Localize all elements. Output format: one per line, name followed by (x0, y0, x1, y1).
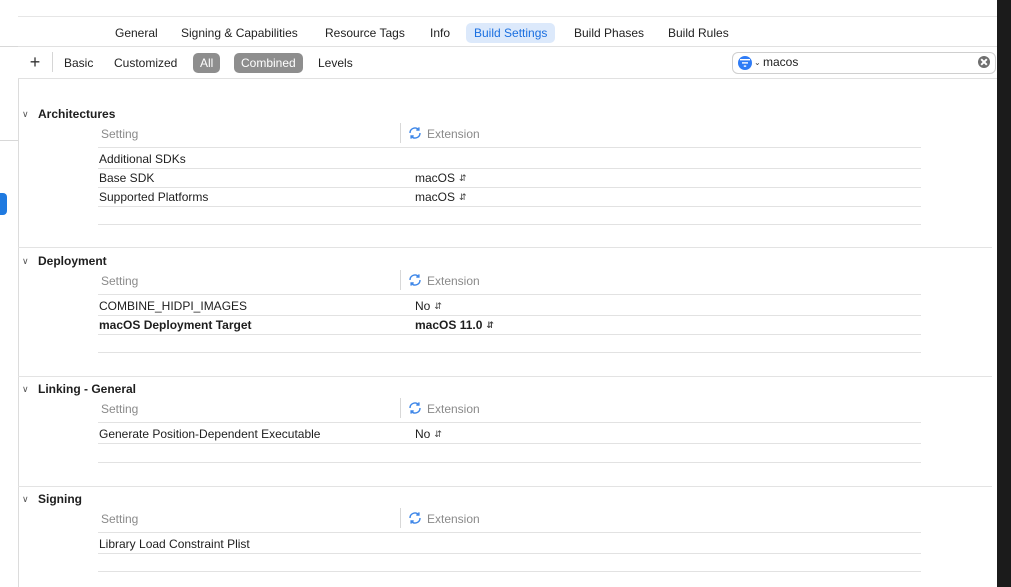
column-header: Setting Extension (98, 398, 921, 419)
chevron-down-icon[interactable]: ∨ (22, 384, 29, 395)
up-down-chevron-icon: ⇵ (434, 429, 442, 439)
basic-button[interactable]: Basic (57, 53, 100, 73)
setting-value-popup[interactable]: macOS ⇵ (415, 171, 467, 185)
build-settings-filter-bar: + Basic Customized All Combined Levels ⌄ (18, 47, 997, 79)
chevron-down-icon[interactable]: ⌄ (754, 56, 761, 70)
chevron-down-icon[interactable]: ∨ (22, 494, 29, 505)
setting-value: No (415, 427, 431, 441)
navigator-divider (0, 46, 18, 47)
setting-value-popup[interactable]: macOS ⇵ (415, 190, 467, 204)
column-header: Setting Extension (98, 270, 921, 291)
navigator-edge (0, 0, 19, 587)
filter-icon[interactable] (738, 56, 752, 70)
plus-icon[interactable]: + (26, 52, 44, 72)
column-header: Setting Extension (98, 123, 921, 144)
setting-row[interactable]: Supported Platforms macOS ⇵ (98, 188, 921, 206)
setting-column-label: Setting (101, 274, 139, 288)
window-edge (997, 0, 1011, 587)
target-column-label: Extension (427, 512, 480, 526)
setting-name: COMBINE_HIDPI_IMAGES (99, 299, 248, 313)
tab-general[interactable]: General (107, 23, 166, 43)
levels-button[interactable]: Levels (311, 53, 360, 73)
chevron-down-icon[interactable]: ∨ (22, 256, 29, 267)
setting-name: Base SDK (99, 171, 155, 185)
setting-value: macOS 11.0 (415, 318, 483, 332)
combined-button[interactable]: Combined (234, 53, 303, 73)
selected-target-indicator[interactable] (0, 193, 7, 215)
target-column-label: Extension (427, 402, 480, 416)
customized-button[interactable]: Customized (107, 53, 184, 73)
setting-row[interactable]: Base SDK macOS ⇵ (98, 169, 921, 187)
tab-build-settings[interactable]: Build Settings (466, 23, 556, 43)
setting-name: Additional SDKs (99, 152, 186, 166)
section-title: Architectures (38, 107, 116, 121)
up-down-chevron-icon: ⇵ (434, 301, 442, 311)
setting-value-popup[interactable]: No ⇵ (415, 299, 442, 313)
setting-name: Supported Platforms (99, 190, 209, 204)
setting-column-label: Setting (101, 127, 139, 141)
target-column-label: Extension (427, 274, 480, 288)
up-down-chevron-icon: ⇵ (459, 192, 467, 202)
section-title: Deployment (38, 254, 107, 268)
extension-target-icon (407, 400, 423, 419)
setting-row[interactable]: macOS Deployment Target macOS 11.0 ⇵ (98, 316, 921, 334)
setting-name: macOS Deployment Target (99, 318, 252, 332)
editor-tab-bar: General Signing & Capabilities Resource … (18, 0, 997, 47)
setting-value: macOS (415, 171, 456, 185)
setting-row[interactable]: COMBINE_HIDPI_IMAGES No ⇵ (98, 297, 921, 315)
clear-search-icon[interactable] (978, 56, 990, 68)
chevron-down-icon[interactable]: ∨ (22, 109, 29, 120)
up-down-chevron-icon: ⇵ (486, 320, 494, 330)
search-input[interactable] (763, 54, 963, 70)
extension-target-icon (407, 510, 423, 529)
setting-row[interactable]: Library Load Constraint Plist (98, 535, 921, 553)
setting-column-label: Setting (101, 402, 139, 416)
setting-name: Generate Position-Dependent Executable (99, 427, 321, 441)
extension-target-icon (407, 272, 423, 291)
setting-value-popup[interactable]: No ⇵ (415, 427, 442, 441)
tab-signing-capabilities[interactable]: Signing & Capabilities (173, 23, 306, 43)
setting-column-label: Setting (101, 512, 139, 526)
tab-info[interactable]: Info (422, 23, 458, 43)
tab-build-rules[interactable]: Build Rules (660, 23, 737, 43)
column-header: Setting Extension (98, 508, 921, 529)
all-button[interactable]: All (193, 53, 221, 73)
setting-row[interactable]: Generate Position-Dependent Executable No… (98, 425, 921, 443)
setting-row[interactable]: Additional SDKs (98, 150, 921, 168)
section-title: Linking - General (38, 382, 137, 396)
setting-name: Library Load Constraint Plist (99, 537, 250, 551)
search-field[interactable]: ⌄ (732, 52, 996, 74)
navigator-divider (0, 140, 18, 141)
setting-value-popup[interactable]: macOS 11.0 ⇵ (415, 318, 494, 332)
setting-value: macOS (415, 190, 456, 204)
tab-build-phases[interactable]: Build Phases (566, 23, 652, 43)
up-down-chevron-icon: ⇵ (459, 173, 467, 183)
section-title: Signing (38, 492, 82, 506)
setting-value: No (415, 299, 431, 313)
extension-target-icon (407, 125, 423, 144)
tab-resource-tags[interactable]: Resource Tags (317, 23, 413, 43)
target-column-label: Extension (427, 127, 480, 141)
